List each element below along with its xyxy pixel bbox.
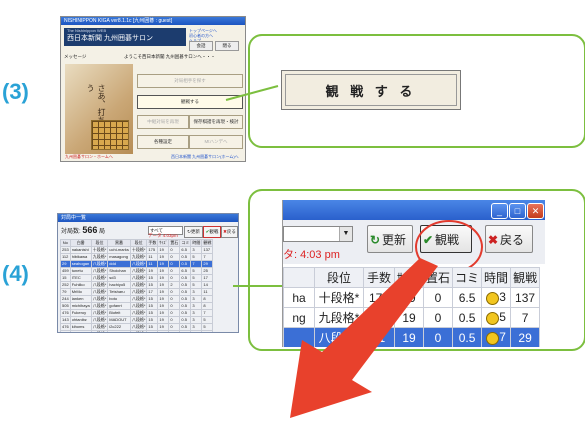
red-down-arrow — [290, 258, 438, 418]
arrows — [225, 85, 438, 418]
connector-line-3 — [225, 85, 279, 101]
